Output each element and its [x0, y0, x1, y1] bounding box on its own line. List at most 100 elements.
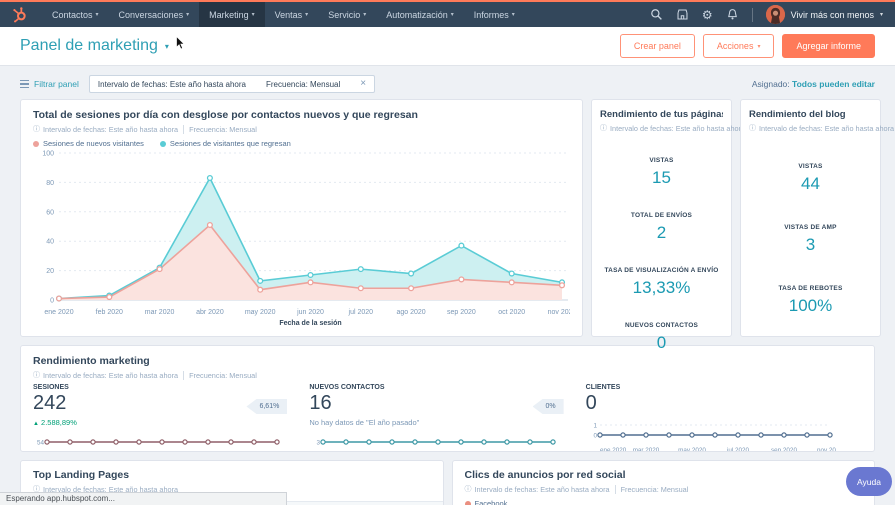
sparkline: 54ene 2020mar 2020may 2020jul 2020sep 20…	[33, 433, 287, 451]
metric-value: 242	[33, 392, 67, 414]
chevron-down-icon: ▾	[164, 41, 169, 51]
metric-value: 100%	[788, 296, 833, 315]
nav-item-conversaciones[interactable]: Conversaciones ▾	[109, 2, 200, 27]
svg-text:3: 3	[317, 440, 321, 447]
filter-bar: Filtrar panel Intervalo de fechas: Este …	[20, 75, 875, 93]
marketplace-icon[interactable]	[676, 8, 689, 21]
info-icon: ⓘ	[33, 126, 40, 133]
legend-item-new-visitors[interactable]: Sesiones de nuevos visitantes	[33, 139, 144, 148]
assigned-value-link[interactable]: Todos pueden editar	[792, 79, 875, 89]
account-label: Vivir más con menos	[790, 9, 874, 20]
svg-text:Fecha de la sesión: Fecha de la sesión	[279, 320, 341, 327]
nav-item-marketing[interactable]: Marketing ▾	[199, 2, 265, 27]
chart-legend: Facebook	[464, 499, 863, 505]
svg-text:sep 2020: sep 2020	[447, 309, 476, 316]
metric-value: 44	[801, 174, 820, 193]
report-title: Rendimiento del blog	[749, 109, 846, 120]
nav-divider	[751, 7, 753, 22]
svg-text:jun 2020: jun 2020	[296, 309, 324, 316]
chevron-down-icon: ▾	[757, 43, 761, 50]
metric-value: 0	[656, 333, 667, 352]
metric: TASA DE VISUALIZACIÓN A ENVÍO 13,33%	[604, 267, 718, 298]
svg-text:oct 2020: oct 2020	[498, 309, 525, 316]
page-title: Panel de marketing	[20, 37, 158, 54]
account-menu[interactable]: Vivir más con menos ▾	[765, 5, 883, 24]
add-report-button[interactable]: Agregar informe	[782, 34, 875, 58]
svg-text:nov 2020: nov 2020	[548, 309, 570, 316]
report-title: Clics de anuncios por red social	[464, 469, 626, 481]
ad-clicks-card: Clics de anuncios por red social ⓘ Inter…	[451, 460, 875, 505]
chevron-down-icon: ▾	[879, 12, 883, 18]
legend-item-facebook[interactable]: Facebook	[464, 499, 507, 505]
top-nav: Contactos ▾ Conversaciones ▾ Marketing ▾ Venta…	[0, 2, 895, 27]
metric-value: 3	[805, 235, 816, 254]
metric-column-1: SESIONES242 ▲ 2.588,89% 6,61% 54ene 2020mar…	[33, 384, 309, 451]
metric-value: 16	[309, 392, 332, 414]
report-subtitle: ⓘ Intervalo de fechas: Este año hasta ah…	[600, 123, 746, 133]
nav-item-automatizacion[interactable]: Automatización ▾	[376, 2, 464, 27]
info-icon: ⓘ	[33, 372, 40, 379]
legend-dot	[464, 500, 471, 505]
svg-text:ene 2020: ene 2020	[44, 309, 73, 316]
sparkline: 3ene 2020mar 2020may 2020jul 2020sep 202…	[309, 433, 563, 451]
page-header: Panel de marketing ▾ Crear panel Accione…	[0, 27, 895, 66]
search-icon[interactable]	[650, 8, 663, 21]
active-filters-pill[interactable]: Intervalo de fechas: Este año hasta ahor…	[88, 75, 376, 93]
report-title: Rendimiento de tus páginas ...	[600, 109, 723, 120]
report-title: Top Landing Pages	[33, 469, 130, 481]
avatar	[765, 5, 785, 24]
svg-text:100: 100	[42, 151, 54, 158]
svg-text:mar 2020: mar 2020	[632, 447, 659, 452]
sesiones-sparkline: 54ene 2020mar 2020may 2020jul 2020sep 20…	[37, 439, 280, 447]
svg-text:20: 20	[46, 268, 54, 275]
svg-text:jul 2020: jul 2020	[726, 447, 750, 452]
svg-text:ene 2020: ene 2020	[600, 447, 627, 452]
sessions-area-chart: 0 20 40 60 80 100 ene 2020 feb 2020 mar 2020 abr …	[33, 148, 576, 335]
svg-text:sep 2020: sep 2020	[771, 447, 797, 452]
close-icon[interactable]: ×	[360, 79, 366, 89]
pages-performance-card: Rendimiento de tus páginas ... ⓘ Interva…	[591, 99, 746, 352]
header-buttons: Crear panel Acciones ▾ Agregar informe	[619, 34, 875, 58]
nav-item-contactos[interactable]: Contactos ▾	[42, 2, 109, 27]
chart-legend: Sesiones de nuevos visitantes Sesiones d…	[33, 139, 570, 148]
svg-text:80: 80	[46, 180, 54, 187]
legend-dot	[33, 140, 39, 147]
filter-dashboard-button[interactable]: Filtrar panel	[20, 79, 79, 89]
date-range-filter: Intervalo de fechas: Este año hasta ahor…	[97, 79, 246, 89]
bell-icon[interactable]	[726, 8, 739, 21]
info-icon: ⓘ	[600, 125, 607, 132]
metric-label: NUEVOS CONTACTOS	[309, 384, 385, 391]
metric-label: VISTAS	[649, 157, 674, 164]
svg-text:may 2020: may 2020	[678, 447, 706, 452]
svg-text:feb 2020: feb 2020	[96, 309, 123, 316]
metric-column-2: NUEVOS CONTACTOS 16 No hay datos de "El añ…	[309, 384, 585, 451]
nav-item-servicio[interactable]: Servicio ▾	[318, 2, 376, 27]
help-button[interactable]: Ayuda	[846, 467, 892, 496]
actions-button[interactable]: Acciones ▾	[702, 34, 775, 58]
gear-icon[interactable]: ⚙	[702, 9, 713, 21]
svg-text:may 2020: may 2020	[245, 309, 276, 316]
legend-item-returning-visitors[interactable]: Sesiones de visitantes que regresan	[159, 139, 291, 148]
report-subtitle: ⓘ Intervalo de fechas: Este año hasta ah…	[464, 484, 689, 494]
create-dashboard-button[interactable]: Crear panel	[619, 34, 695, 58]
nav-item-informes[interactable]: Informes ▾	[464, 2, 525, 27]
report-title: Total de sesiones por día con desglose p…	[33, 109, 418, 121]
hubspot-logo-icon[interactable]	[12, 6, 28, 23]
nav-item-ventas[interactable]: Ventas ▾	[265, 2, 319, 27]
browser-status-bubble: Esperando app.hubspot.com...	[0, 492, 287, 505]
svg-text:0: 0	[50, 298, 54, 305]
metric: TOTAL DE ENVÍOS 2	[631, 212, 692, 243]
metric-label: TASA DE VISUALIZACIÓN A ENVÍO	[604, 267, 719, 274]
clientes-sparkline: 1 0 ene 2020 mar 2020 may 2020 jul 2020 sep 20…	[593, 423, 843, 452]
blog-performance-card: Rendimiento del blog ⓘ Intervalo de fech…	[740, 99, 894, 337]
info-icon: ⓘ	[749, 125, 756, 132]
dashboard-title-dropdown[interactable]: Panel de marketing ▾	[20, 37, 169, 55]
metrics-list: VISTAS 15 TOTAL DE ENVÍOS 2 TASA DE VISUALIZ…	[600, 133, 723, 353]
metric-label: NUEVOS CONTACTOS	[624, 322, 699, 329]
svg-text:abr 2020: abr 2020	[196, 309, 224, 316]
svg-text:jul 2020: jul 2020	[348, 309, 374, 316]
assigned-info: Asignado: Todos pueden editar	[751, 79, 875, 89]
svg-text:mar 2020: mar 2020	[145, 309, 175, 316]
legend-dot	[159, 140, 166, 147]
nav-menu: Contactos ▾ Conversaciones ▾ Marketing ▾ Venta…	[42, 2, 525, 27]
